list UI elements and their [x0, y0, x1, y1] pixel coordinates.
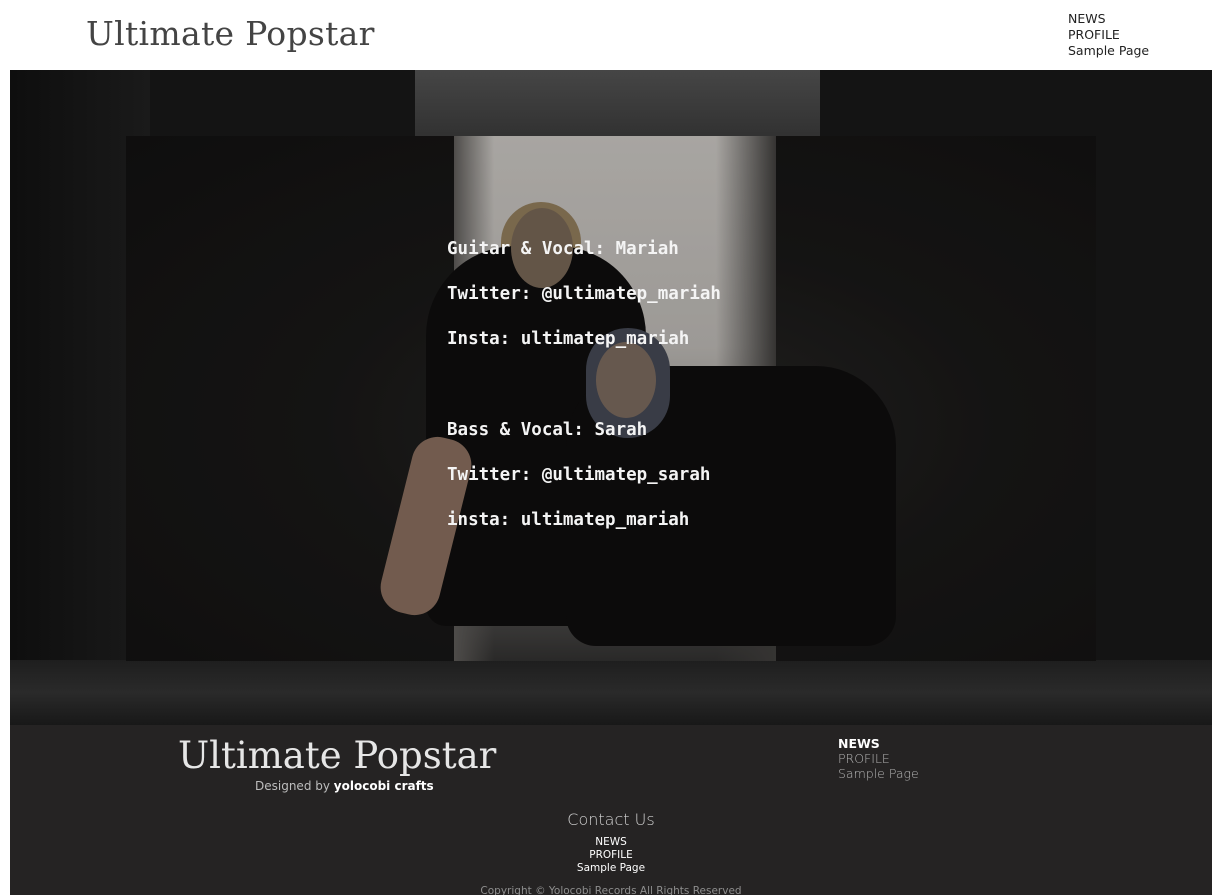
footer-nav-news-link[interactable]: NEWS	[838, 736, 919, 751]
nav-profile-link[interactable]: PROFILE	[1068, 27, 1149, 43]
bottom-nav: NEWS PROFILE Sample Page	[10, 836, 1212, 875]
site-footer: Ultimate Popstar Designed by yolocobi cr…	[10, 725, 1212, 895]
footer-nav: NEWS PROFILE Sample Page	[838, 736, 919, 781]
designed-by: Designed by yolocobi crafts	[255, 779, 434, 793]
top-nav: NEWS PROFILE Sample Page	[1068, 11, 1149, 59]
member-role: Bass & Vocal: Sarah	[447, 420, 648, 440]
member-twitter: Twitter: @ultimatep_mariah	[447, 284, 721, 304]
member-insta: insta: ultimatep_mariah	[447, 510, 690, 530]
designer-name[interactable]: yolocobi crafts	[334, 779, 434, 793]
copyright: Copyright © Yolocobi Records All Rights …	[480, 885, 742, 895]
site-header: Ultimate Popstar NEWS PROFILE Sample Pag…	[0, 0, 1212, 70]
bottom-nav-news-link[interactable]: NEWS	[595, 836, 627, 849]
hero-section: Guitar & Vocal: Mariah Twitter: @ultimat…	[10, 70, 1212, 725]
footer-site-title[interactable]: Ultimate Popstar	[178, 734, 496, 777]
bottom-nav-profile-link[interactable]: PROFILE	[589, 849, 633, 862]
bottom-nav-sample-page-link[interactable]: Sample Page	[577, 862, 645, 875]
member-twitter: Twitter: @ultimatep_sarah	[447, 465, 711, 485]
nav-sample-page-link[interactable]: Sample Page	[1068, 43, 1149, 59]
footer-nav-profile-link[interactable]: PROFILE	[838, 751, 919, 766]
site-title[interactable]: Ultimate Popstar	[86, 14, 375, 53]
nav-news-link[interactable]: NEWS	[1068, 11, 1149, 27]
member-role: Guitar & Vocal: Mariah	[447, 239, 679, 259]
hero-floor	[10, 660, 1212, 725]
contact-us-heading: Contact Us	[567, 810, 655, 829]
member-info: Guitar & Vocal: Mariah Twitter: @ultimat…	[447, 227, 847, 543]
member-insta: Insta: ultimatep_mariah	[447, 329, 690, 349]
designed-by-prefix: Designed by	[255, 779, 330, 793]
footer-nav-sample-page-link[interactable]: Sample Page	[838, 766, 919, 781]
